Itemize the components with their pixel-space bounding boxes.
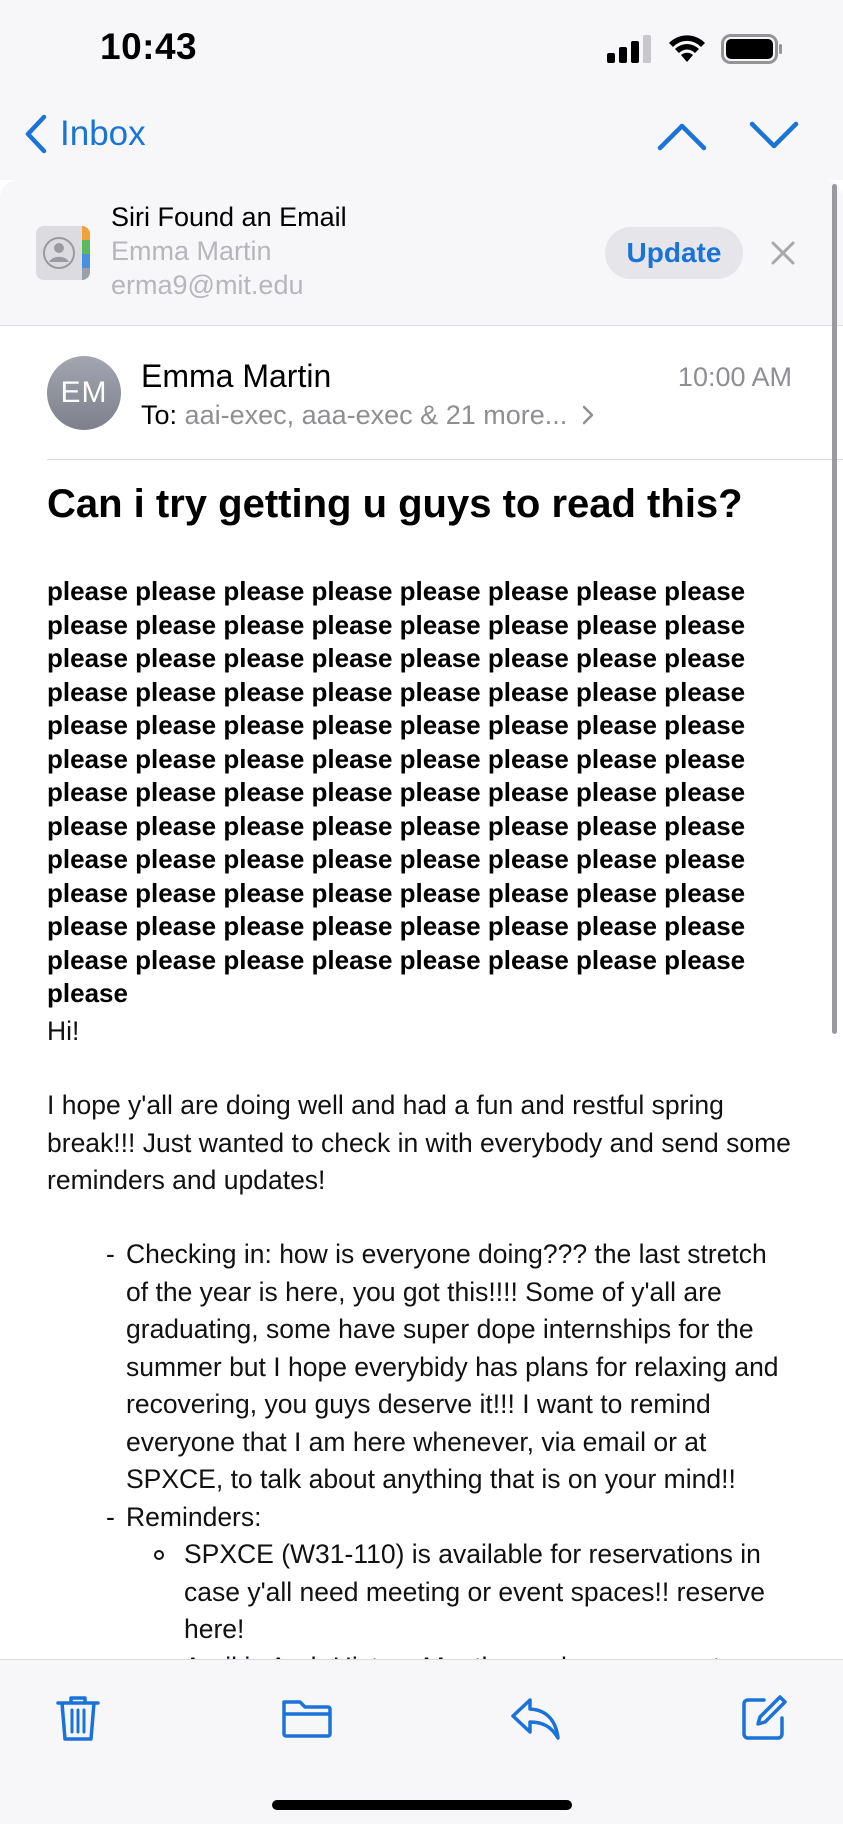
reply-icon <box>511 1698 560 1740</box>
to-label: To: <box>141 400 178 430</box>
previous-message-button[interactable] <box>654 114 710 158</box>
bullet-list: - Checking in: how is everyone doing??? … <box>106 1236 796 1686</box>
next-message-button[interactable] <box>746 114 802 158</box>
header-divider <box>47 459 843 460</box>
reply-button[interactable] <box>508 1692 562 1744</box>
list-item: SPXCE (W31-110) is available for reserva… <box>154 1536 796 1649</box>
compose-button[interactable] <box>738 1692 790 1744</box>
trash-icon <box>56 1696 100 1741</box>
dismiss-siri-banner-button[interactable] <box>768 238 798 268</box>
scrollbar[interactable] <box>832 184 837 1034</box>
folder-icon <box>282 1700 332 1738</box>
update-contact-button[interactable]: Update <box>605 227 743 279</box>
message-subject: Can i try getting u guys to read this? <box>47 482 743 526</box>
chevron-up-icon <box>657 123 707 151</box>
wifi-icon <box>669 35 705 62</box>
sender-name[interactable]: Emma Martin <box>141 358 331 395</box>
back-label: Inbox <box>60 114 146 153</box>
compose-icon <box>742 1695 787 1740</box>
list-item: - Checking in: how is everyone doing??? … <box>106 1239 779 1494</box>
chevron-right-icon <box>582 405 594 425</box>
siri-suggestion-banner: Siri Found an Email Emma Martin erma9@mi… <box>0 180 843 326</box>
chevron-left-icon <box>25 114 47 154</box>
please-block: please please please please please pleas… <box>47 576 746 1008</box>
status-time: 10:43 <box>100 26 198 67</box>
nav-bar: Inbox <box>0 100 843 180</box>
status-bar: 10:43 <box>0 0 843 100</box>
reminders-text: Reminders: <box>126 1501 262 1532</box>
battery-icon <box>721 34 782 64</box>
spxce-reminder-text: SPXCE (W31-110) is available for reserva… <box>184 1539 766 1644</box>
status-icons <box>607 34 783 64</box>
contacts-app-icon <box>36 226 90 280</box>
siri-banner-email: erma9@mit.edu <box>111 270 304 300</box>
sender-avatar[interactable]: EM <box>47 356 121 430</box>
recipients-line[interactable]: To: aai-exec, aaa-exec & 21 more... <box>141 400 595 431</box>
recipients-list: aai-exec, aaa-exec & 21 more... <box>184 400 568 430</box>
cellular-signal-icon <box>607 35 651 63</box>
back-to-inbox-button[interactable]: Inbox <box>24 114 146 154</box>
move-to-folder-button[interactable] <box>280 1692 334 1744</box>
chevron-down-icon <box>749 121 799 149</box>
siri-banner-title: Siri Found an Email <box>111 202 347 232</box>
intro-paragraph: I hope y'all are doing well and had a fu… <box>47 1090 791 1195</box>
message-time: 10:00 AM <box>677 362 792 392</box>
delete-button[interactable] <box>52 1692 104 1744</box>
list-item: - Reminders: <box>106 1501 262 1532</box>
checkin-text: Checking in: how is everyone doing??? th… <box>126 1239 779 1494</box>
siri-banner-name: Emma Martin <box>111 236 272 266</box>
close-icon <box>771 241 795 265</box>
home-indicator[interactable] <box>272 1800 572 1810</box>
greeting-text: Hi! <box>47 1016 80 1046</box>
